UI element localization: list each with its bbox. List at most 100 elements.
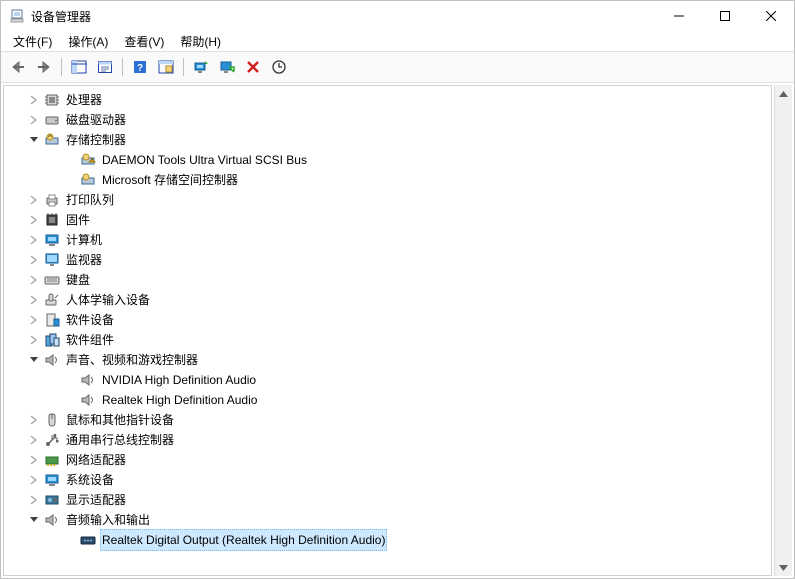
chevron-right-icon[interactable]	[26, 272, 42, 288]
tree-node-system-devices[interactable]: 系统设备	[6, 470, 771, 490]
tree-node-label: 鼠标和其他指针设备	[64, 410, 176, 430]
chevron-right-icon[interactable]	[26, 452, 42, 468]
network-adapter-icon	[44, 452, 60, 468]
tree-node-computer[interactable]: 计算机	[6, 230, 771, 250]
tree-node-label: NVIDIA High Definition Audio	[100, 370, 258, 390]
chevron-right-icon[interactable]	[26, 232, 42, 248]
chevron-right-icon[interactable]	[26, 112, 42, 128]
chevron-right-icon[interactable]	[26, 92, 42, 108]
tree-node-print-queues[interactable]: 打印队列	[6, 190, 771, 210]
menu-help[interactable]: 帮助(H)	[172, 31, 229, 52]
tree-node-label: 存储控制器	[64, 130, 128, 150]
properties-button[interactable]	[93, 55, 117, 79]
tree-node-label: 音频输入和输出	[64, 510, 152, 530]
device-tree[interactable]: 处理器 磁盘驱动器 存储控制器 ! DAEMON Tools Ultra Vir…	[3, 85, 772, 576]
tree-node-firmware[interactable]: 固件	[6, 210, 771, 230]
tree-node-label: 显示适配器	[64, 490, 128, 510]
chevron-right-icon[interactable]	[26, 252, 42, 268]
forward-button[interactable]	[32, 55, 56, 79]
tree-node-label: Realtek Digital Output (Realtek High Def…	[100, 529, 387, 551]
uninstall-device-button[interactable]	[241, 55, 265, 79]
software-component-icon	[44, 332, 60, 348]
tree-node-label: 计算机	[64, 230, 104, 250]
speaker-icon	[80, 372, 96, 388]
tree-node-software-components[interactable]: 软件组件	[6, 330, 771, 350]
tree-node-processors[interactable]: 处理器	[6, 90, 771, 110]
tree-node-label: 键盘	[64, 270, 92, 290]
chevron-down-icon[interactable]	[26, 512, 42, 528]
chevron-down-icon[interactable]	[26, 352, 42, 368]
toolbar-separator	[183, 58, 184, 76]
menu-action[interactable]: 操作(A)	[60, 31, 116, 52]
tree-node-ms-storage-spaces[interactable]: Microsoft 存储空间控制器	[6, 170, 771, 190]
menu-file[interactable]: 文件(F)	[5, 31, 60, 52]
back-button[interactable]	[6, 55, 30, 79]
tree-node-keyboards[interactable]: 键盘	[6, 270, 771, 290]
tree-node-disk-drives[interactable]: 磁盘驱动器	[6, 110, 771, 130]
system-device-icon	[44, 472, 60, 488]
tree-node-network-adapters[interactable]: 网络适配器	[6, 450, 771, 470]
tree-node-software-devices[interactable]: 软件设备	[6, 310, 771, 330]
scroll-up-arrow[interactable]	[775, 85, 792, 102]
tree-area: 处理器 磁盘驱动器 存储控制器 ! DAEMON Tools Ultra Vir…	[1, 83, 794, 578]
chevron-right-icon[interactable]	[26, 332, 42, 348]
vertical-scrollbar[interactable]	[774, 85, 792, 576]
chevron-down-icon[interactable]	[26, 132, 42, 148]
window-title: 设备管理器	[31, 7, 91, 25]
chevron-right-icon[interactable]	[26, 412, 42, 428]
tree-node-realtek-audio[interactable]: Realtek High Definition Audio	[6, 390, 771, 410]
processor-icon	[44, 92, 60, 108]
firmware-icon	[44, 212, 60, 228]
chevron-right-icon[interactable]	[26, 492, 42, 508]
toolbar-separator	[122, 58, 123, 76]
disable-device-button[interactable]	[215, 55, 239, 79]
tree-node-daemon-tools[interactable]: ! DAEMON Tools Ultra Virtual SCSI Bus	[6, 150, 771, 170]
printer-icon	[44, 192, 60, 208]
tree-node-usb[interactable]: 通用串行总线控制器	[6, 430, 771, 450]
chevron-right-icon[interactable]	[26, 192, 42, 208]
tree-node-label: 磁盘驱动器	[64, 110, 128, 130]
tree-node-label: 处理器	[64, 90, 104, 110]
software-device-icon	[44, 312, 60, 328]
tree-node-label: 通用串行总线控制器	[64, 430, 176, 450]
tree-node-nvidia-audio[interactable]: NVIDIA High Definition Audio	[6, 370, 771, 390]
tree-node-label: 软件设备	[64, 310, 116, 330]
tree-node-monitors[interactable]: 监视器	[6, 250, 771, 270]
storage-controller-icon	[80, 172, 96, 188]
minimize-button[interactable]	[656, 1, 702, 31]
scan-hardware-button[interactable]	[267, 55, 291, 79]
close-button[interactable]	[748, 1, 794, 31]
tree-node-label: 声音、视频和游戏控制器	[64, 350, 200, 370]
menu-view[interactable]: 查看(V)	[116, 31, 172, 52]
tree-node-label: 系统设备	[64, 470, 116, 490]
toolbar-window-icon[interactable]	[154, 55, 178, 79]
hid-icon	[44, 292, 60, 308]
svg-text:!: !	[91, 158, 92, 164]
scroll-down-arrow[interactable]	[775, 559, 792, 576]
chevron-right-icon[interactable]	[26, 472, 42, 488]
show-hide-console-tree-button[interactable]	[67, 55, 91, 79]
toolbar: ?	[1, 51, 794, 83]
tree-node-sound-video-game[interactable]: 声音、视频和游戏控制器	[6, 350, 771, 370]
chevron-right-icon[interactable]	[26, 432, 42, 448]
tree-node-audio-io[interactable]: 音频输入和输出	[6, 510, 771, 530]
tree-node-realtek-digital-output[interactable]: Realtek Digital Output (Realtek High Def…	[6, 530, 771, 550]
update-driver-button[interactable]	[189, 55, 213, 79]
chevron-right-icon[interactable]	[26, 212, 42, 228]
chevron-right-icon[interactable]	[26, 292, 42, 308]
usb-icon	[44, 432, 60, 448]
tree-node-label: Realtek High Definition Audio	[100, 390, 259, 410]
help-button[interactable]: ?	[128, 55, 152, 79]
maximize-button[interactable]	[702, 1, 748, 31]
tree-node-mice[interactable]: 鼠标和其他指针设备	[6, 410, 771, 430]
chevron-right-icon[interactable]	[26, 312, 42, 328]
tree-node-hid[interactable]: 人体学输入设备	[6, 290, 771, 310]
keyboard-icon	[44, 272, 60, 288]
tree-node-label: 人体学输入设备	[64, 290, 152, 310]
tree-node-storage-controllers[interactable]: 存储控制器	[6, 130, 771, 150]
tree-node-display-adapters[interactable]: 显示适配器	[6, 490, 771, 510]
menubar: 文件(F) 操作(A) 查看(V) 帮助(H)	[1, 31, 794, 51]
app-icon	[9, 8, 25, 24]
mouse-icon	[44, 412, 60, 428]
tree-node-label: 监视器	[64, 250, 104, 270]
